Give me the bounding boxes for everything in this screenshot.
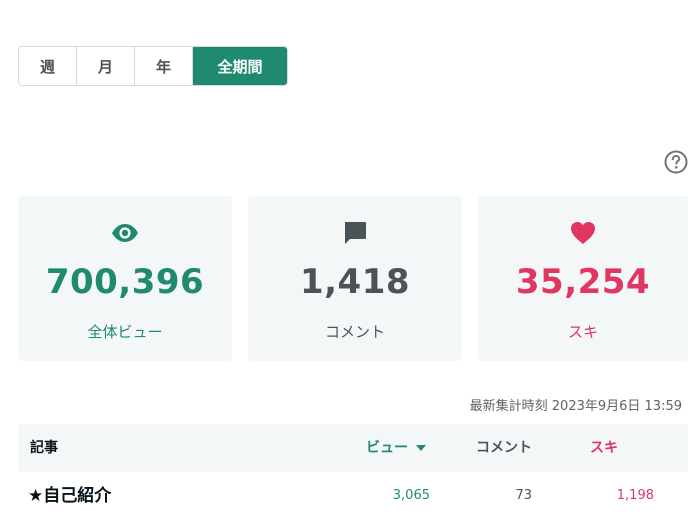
column-header-views[interactable]: ビュー (366, 424, 426, 472)
likes-total-value: 35,254 (515, 262, 651, 302)
question-circle-icon[interactable] (664, 150, 688, 174)
comments-total-label: コメント (324, 323, 385, 341)
heart-icon (568, 218, 598, 248)
views-total-value: 700,396 (45, 262, 205, 302)
caret-down-icon (416, 445, 426, 451)
stat-card-views: 700,396 全体ビュー (18, 196, 232, 361)
comments-total-value: 1,418 (299, 262, 411, 302)
article-title-link[interactable]: ★自己紹介 (28, 474, 111, 518)
views-total-label: 全体ビュー (87, 323, 163, 341)
eye-icon (110, 218, 140, 248)
column-header-article: 記事 (30, 440, 58, 456)
table-row: ★自己紹介 3,065 73 1,198 (18, 474, 688, 518)
column-header-views-label: ビュー (366, 440, 408, 456)
tab-all-time[interactable]: 全期間 (193, 47, 287, 85)
stat-card-likes: 35,254 スキ (478, 196, 688, 361)
stat-card-comments: 1,418 コメント (248, 196, 462, 361)
column-header-comments[interactable]: コメント (476, 424, 532, 472)
article-views-value: 3,065 (392, 488, 430, 503)
tab-month[interactable]: 月 (77, 47, 135, 85)
last-updated-text: 最新集計時刻 2023年9月6日 13:59 (469, 399, 682, 414)
article-likes-value: 1,198 (616, 488, 654, 503)
tab-week[interactable]: 週 (19, 47, 77, 85)
period-tabs: 週 月 年 全期間 (18, 46, 288, 86)
table-header: 記事 ビュー コメント スキ (18, 424, 688, 472)
tab-year[interactable]: 年 (135, 47, 193, 85)
article-comments-value: 73 (515, 488, 532, 503)
likes-total-label: スキ (567, 323, 598, 341)
comment-icon (340, 218, 370, 248)
column-header-likes[interactable]: スキ (590, 424, 618, 472)
